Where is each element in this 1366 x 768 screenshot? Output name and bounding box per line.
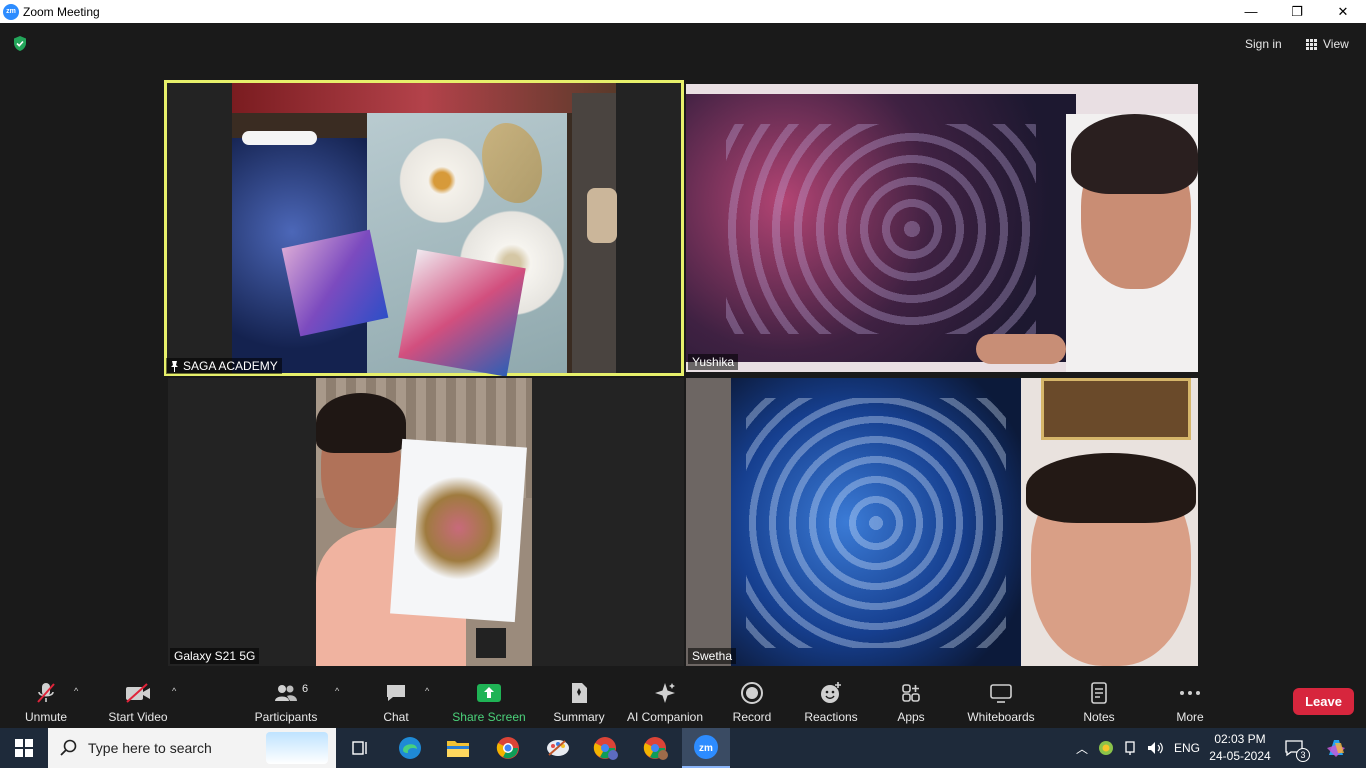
ai-sparkle-icon: [655, 683, 675, 703]
search-icon: [60, 739, 77, 756]
apps-button[interactable]: Apps: [888, 672, 934, 728]
meeting-toolbar: Unmute ^ Start Video ^ Participants 6 ^ …: [0, 672, 1366, 728]
zoom-app-icon: zm: [694, 735, 718, 759]
video-feed: [686, 378, 1198, 666]
participant-label: Yushika: [688, 354, 739, 370]
video-off-icon: [126, 683, 150, 703]
grid-view-icon: [1306, 38, 1317, 50]
participant-label: SAGA ACADEMY: [166, 358, 282, 374]
windows-taskbar: Type here to search zm ︿ ENG 02:03 PM 24…: [0, 728, 1366, 768]
audio-options-caret-icon[interactable]: ^: [74, 686, 78, 696]
search-placeholder: Type here to search: [88, 740, 212, 756]
participant-name: Galaxy S21 5G: [174, 649, 256, 663]
whiteboards-button[interactable]: Whiteboards: [962, 672, 1040, 728]
system-tray: ︿ ENG: [1074, 728, 1200, 768]
video-feed: [232, 83, 617, 376]
copilot-button[interactable]: [1316, 728, 1356, 768]
participant-name: Swetha: [692, 649, 733, 663]
task-view-button[interactable]: [336, 728, 384, 768]
video-tile-galaxy-s21[interactable]: Galaxy S21 5G: [168, 378, 684, 666]
file-explorer-taskbar-button[interactable]: [434, 728, 482, 768]
paint-taskbar-button[interactable]: [534, 728, 582, 768]
chrome-profile-2-taskbar-button[interactable]: [632, 728, 680, 768]
edge-browser-icon: [399, 737, 421, 759]
reactions-smiley-icon: [821, 682, 841, 703]
taskbar-search-input[interactable]: Type here to search: [48, 728, 336, 768]
zoom-taskbar-button[interactable]: zm: [682, 728, 730, 768]
reactions-button[interactable]: Reactions: [800, 672, 862, 728]
leave-button[interactable]: Leave: [1293, 688, 1354, 715]
view-button[interactable]: View: [1300, 33, 1355, 55]
record-icon: [741, 682, 763, 704]
more-button[interactable]: More: [1166, 672, 1214, 728]
video-feed: [316, 378, 532, 666]
folder-icon: [447, 741, 469, 757]
muted-microphone-icon: [37, 683, 55, 703]
window-title: Zoom Meeting: [23, 4, 100, 19]
pin-icon: [171, 360, 178, 372]
participant-label: Swetha: [688, 648, 737, 664]
start-video-button[interactable]: Start Video: [104, 672, 172, 728]
participant-name: SAGA ACADEMY: [183, 359, 278, 373]
edge-taskbar-button[interactable]: [386, 728, 434, 768]
share-screen-icon: [477, 684, 501, 702]
svg-text:zm: zm: [699, 743, 713, 754]
status-tray-icon[interactable]: [1098, 740, 1114, 756]
apps-icon: [902, 684, 920, 702]
show-hidden-icons-chevron-icon[interactable]: ︿: [1074, 740, 1090, 757]
task-view-icon: [352, 741, 367, 755]
video-tile-swetha[interactable]: Swetha: [686, 378, 1198, 666]
notes-icon: [1091, 682, 1107, 704]
unmute-button[interactable]: Unmute: [16, 672, 76, 728]
participants-icon: [275, 685, 297, 701]
summary-document-icon: [572, 683, 587, 703]
participants-options-caret-icon[interactable]: ^: [335, 686, 339, 696]
minimize-button[interactable]: —: [1228, 0, 1274, 23]
restore-button[interactable]: ❐: [1274, 0, 1320, 23]
close-button[interactable]: ✕: [1320, 0, 1366, 23]
clock-time: 02:03 PM: [1214, 732, 1266, 746]
video-feed: [686, 84, 1198, 372]
notes-button[interactable]: Notes: [1076, 672, 1122, 728]
record-button[interactable]: Record: [726, 672, 778, 728]
notifications-button[interactable]: 3: [1274, 728, 1314, 768]
chat-button[interactable]: Chat: [370, 672, 422, 728]
view-label: View: [1323, 37, 1349, 51]
participants-button[interactable]: Participants: [252, 672, 320, 728]
summary-button[interactable]: Summary: [548, 672, 610, 728]
speaker-volume-icon[interactable]: [1146, 740, 1164, 756]
clock-date: 24-05-2024: [1209, 749, 1271, 763]
language-indicator[interactable]: ENG: [1174, 741, 1200, 755]
encryption-shield-icon[interactable]: [12, 35, 28, 52]
video-tile-saga-academy[interactable]: SAGA ACADEMY: [164, 80, 684, 376]
network-icon[interactable]: [1122, 740, 1138, 756]
video-tile-yushika[interactable]: Yushika: [686, 84, 1198, 372]
participant-label: Galaxy S21 5G: [170, 648, 260, 664]
copilot-icon: [1327, 740, 1345, 757]
whiteboard-icon: [990, 684, 1012, 703]
meeting-topbar: Sign in View: [0, 23, 1366, 63]
participant-name: Yushika: [692, 355, 735, 369]
chrome-profile-2-icon: [643, 737, 668, 760]
more-dots-icon: [1180, 691, 1200, 695]
video-options-caret-icon[interactable]: ^: [172, 686, 176, 696]
chrome-browser-icon: [496, 737, 519, 759]
notification-count-badge: 3: [1296, 748, 1310, 762]
chrome-profile-icon: [593, 737, 618, 760]
chat-bubble-icon: [387, 685, 405, 701]
search-highlight-image: [266, 732, 328, 764]
ai-companion-button[interactable]: AI Companion: [624, 672, 706, 728]
window-titlebar: zm Zoom Meeting — ❐ ✕: [0, 0, 1366, 23]
windows-logo-icon: [15, 739, 33, 757]
start-button[interactable]: [0, 728, 48, 768]
paint-palette-icon: [547, 740, 569, 756]
chat-options-caret-icon[interactable]: ^: [425, 686, 429, 696]
zoom-logo-icon: zm: [3, 3, 19, 20]
chrome-taskbar-button[interactable]: [484, 728, 532, 768]
participants-count: 6: [302, 683, 309, 695]
share-screen-button[interactable]: Share Screen: [450, 672, 528, 728]
chrome-profile-taskbar-button[interactable]: [582, 728, 630, 768]
taskbar-clock[interactable]: 02:03 PM 24-05-2024: [1206, 731, 1274, 765]
sign-in-button[interactable]: Sign in: [1237, 33, 1290, 55]
